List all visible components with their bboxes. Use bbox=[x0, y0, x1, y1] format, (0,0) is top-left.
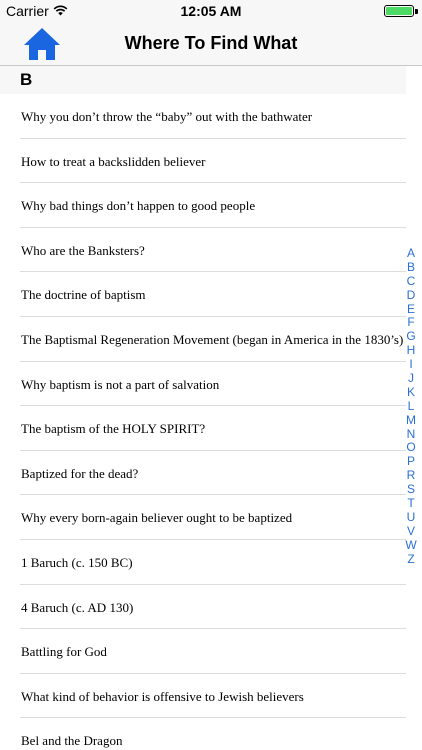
index-letter-j[interactable]: J bbox=[402, 371, 420, 386]
index-letter-l[interactable]: L bbox=[402, 399, 420, 414]
list-item-label: Bel and the Dragon bbox=[21, 733, 123, 749]
status-time: 12:05 AM bbox=[180, 3, 242, 19]
index-letter-g[interactable]: G bbox=[402, 329, 420, 344]
list-item[interactable]: Battling for God bbox=[0, 629, 406, 674]
list-item[interactable]: 1 Baruch (c. 150 BC) bbox=[0, 540, 406, 585]
index-letter-v[interactable]: V bbox=[402, 524, 420, 539]
list-item-label: 4 Baruch (c. AD 130) bbox=[21, 599, 134, 615]
list-item[interactable]: Who are the Banksters? bbox=[0, 228, 406, 273]
index-letter-z[interactable]: Z bbox=[402, 552, 420, 567]
list-item[interactable]: The baptism of the HOLY SPIRIT? bbox=[0, 406, 406, 451]
index-letter-k[interactable]: K bbox=[402, 385, 420, 400]
list-item[interactable]: What kind of behavior is offensive to Je… bbox=[0, 674, 406, 719]
index-letter-n[interactable]: N bbox=[402, 427, 420, 442]
list-item-label: Why you don’t throw the “baby” out with … bbox=[21, 109, 313, 124]
list-item-label: What kind of behavior is offensive to Je… bbox=[21, 688, 304, 704]
battery-fill bbox=[386, 7, 412, 15]
list-item[interactable]: 4 Baruch (c. AD 130) bbox=[0, 585, 406, 630]
list-item[interactable]: Why you don’t throw the “baby” out with … bbox=[0, 94, 406, 139]
index-letter-s[interactable]: S bbox=[402, 482, 420, 497]
index-letter-c[interactable]: C bbox=[402, 274, 420, 289]
list-item-label: The Baptismal Regeneration Movement (beg… bbox=[21, 331, 404, 347]
list-item-label: The doctrine of baptism bbox=[21, 287, 146, 303]
screen: Carrier 12:05 AM Where To Find What B Wh… bbox=[0, 0, 422, 750]
list-item-label: The baptism of the HOLY SPIRIT? bbox=[21, 421, 206, 437]
nav-bar: Where To Find What bbox=[0, 22, 422, 66]
index-letter-w[interactable]: W bbox=[402, 538, 420, 553]
topic-list: Why you don’t throw the “baby” out with … bbox=[0, 94, 406, 750]
status-bar: Carrier 12:05 AM bbox=[0, 0, 422, 22]
list-item[interactable]: Baptized for the dead? bbox=[0, 451, 406, 496]
index-letter-i[interactable]: I bbox=[402, 357, 420, 372]
list-item-label: Why bad things don’t happen to good peop… bbox=[21, 198, 256, 214]
index-letter-e[interactable]: E bbox=[402, 302, 420, 317]
index-letter-h[interactable]: H bbox=[402, 343, 420, 358]
list-item[interactable]: Why bad things don’t happen to good peop… bbox=[0, 183, 406, 228]
page-title: Where To Find What bbox=[124, 33, 298, 53]
index-letter-o[interactable]: O bbox=[402, 441, 420, 455]
list-item-label: Why every born-again believer ought to b… bbox=[21, 510, 293, 526]
list-item[interactable]: Why baptism is not a part of salvation bbox=[0, 362, 406, 407]
list-item-label: How to treat a backslidden believer bbox=[21, 153, 206, 169]
index-letter-b[interactable]: B bbox=[402, 260, 420, 275]
section-letter: B bbox=[20, 70, 33, 89]
list-item-label: 1 Baruch (c. 150 BC) bbox=[21, 554, 133, 570]
battery-icon bbox=[384, 5, 414, 17]
list-item-label: Battling for God bbox=[21, 644, 107, 660]
list-item-label: Baptized for the dead? bbox=[21, 465, 139, 481]
index-letter-p[interactable]: P bbox=[402, 454, 420, 469]
section-header: B bbox=[0, 66, 406, 94]
list-item-label: Why baptism is not a part of salvation bbox=[21, 376, 220, 392]
index-letter-m[interactable]: M bbox=[402, 413, 420, 428]
alphabet-index[interactable]: ABCDEFGHIJKLMNOPRSTUVWZ bbox=[402, 246, 420, 567]
list-item[interactable]: How to treat a backslidden believer bbox=[0, 139, 406, 184]
list-item[interactable]: The Baptismal Regeneration Movement (beg… bbox=[0, 317, 406, 362]
index-letter-a[interactable]: A bbox=[402, 246, 420, 261]
index-letter-u[interactable]: U bbox=[402, 510, 420, 525]
list-item[interactable]: Why every born-again believer ought to b… bbox=[0, 495, 406, 540]
battery-tip bbox=[415, 9, 418, 14]
index-letter-f[interactable]: F bbox=[402, 316, 420, 330]
index-letter-r[interactable]: R bbox=[402, 468, 420, 483]
index-letter-d[interactable]: D bbox=[402, 288, 420, 303]
list-item[interactable]: The doctrine of baptism bbox=[0, 272, 406, 317]
index-letter-t[interactable]: T bbox=[402, 496, 420, 511]
list-item-label: Who are the Banksters? bbox=[21, 242, 145, 258]
list-item[interactable]: Bel and the Dragon bbox=[0, 718, 406, 750]
